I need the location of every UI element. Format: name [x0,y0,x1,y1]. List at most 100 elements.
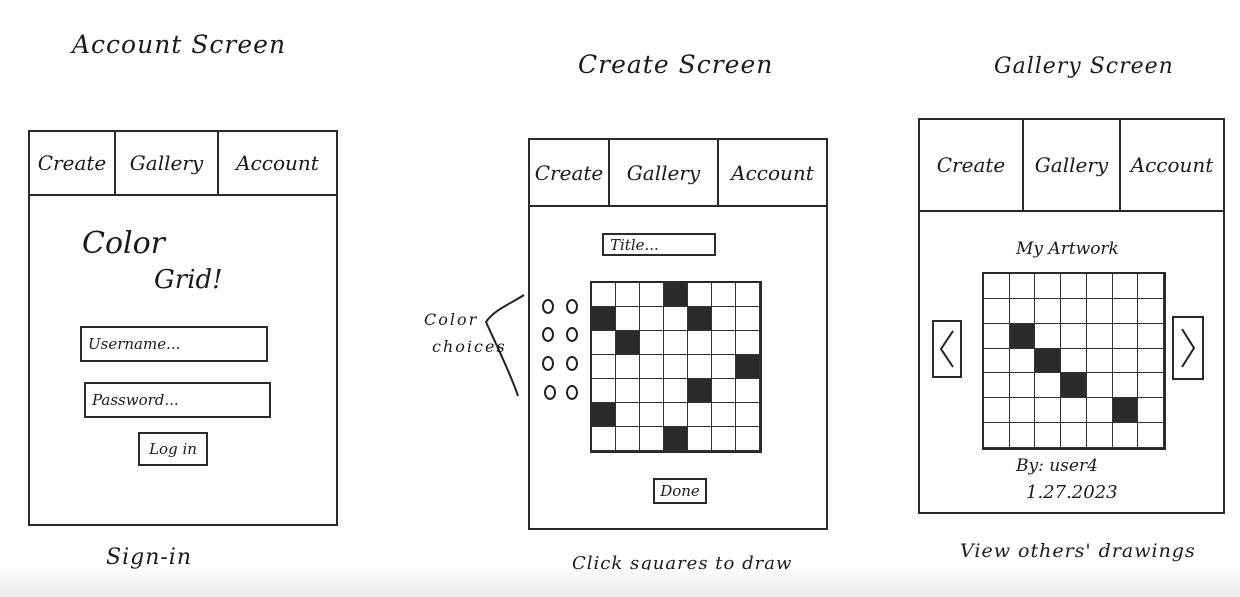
account-screen-caption: Sign-in [106,545,192,570]
grid-cell[interactable] [736,427,760,451]
account-nav-bar: Create Gallery Account [30,132,336,196]
grid-cell[interactable] [592,307,616,331]
color-choice[interactable] [566,385,578,400]
password-field[interactable]: Password... [84,382,271,418]
grid-cell[interactable] [616,307,640,331]
login-button[interactable]: Log in [138,432,208,466]
grid-cell[interactable] [712,427,736,451]
grid-cell [1035,398,1062,424]
grid-cell [984,298,1010,324]
grid-cell[interactable] [712,331,736,355]
tab-gallery[interactable]: Gallery [116,132,219,194]
grid-cell[interactable] [640,331,664,355]
grid-cell [1009,274,1036,299]
grid-cell[interactable] [592,379,616,403]
grid-cell[interactable] [592,427,616,451]
account-screen-frame: Create Gallery Account Color Grid! Usern… [28,130,338,526]
grid-cell[interactable] [688,355,712,379]
tab-account[interactable]: Account [219,132,336,194]
grid-cell[interactable] [664,379,688,403]
grid-cell[interactable] [736,379,760,403]
color-choice[interactable] [542,299,554,314]
grid-cell[interactable] [688,307,712,331]
color-choice[interactable] [542,356,554,371]
grid-cell[interactable] [640,283,664,307]
color-choice[interactable] [566,299,578,314]
grid-cell[interactable] [592,283,616,307]
done-button[interactable]: Done [653,478,707,504]
grid-cell[interactable] [712,355,736,379]
grid-cell[interactable] [736,355,760,379]
grid-cell [1035,274,1062,299]
grid-cell[interactable] [712,379,736,403]
grid-cell[interactable] [688,331,712,355]
grid-cell[interactable] [640,379,664,403]
grid-cell [1061,298,1087,324]
create-nav-bar: Create Gallery Account [530,140,826,207]
grid-cell[interactable] [592,355,616,379]
tab-create[interactable]: Create [920,120,1024,210]
grid-cell[interactable] [736,331,760,355]
grid-cell [1112,323,1139,349]
grid-cell [1138,398,1164,424]
grid-cell[interactable] [640,307,664,331]
color-choice[interactable] [566,356,578,371]
create-screen-heading: Create Screen [578,50,774,79]
tab-account[interactable]: Account [1121,120,1223,210]
grid-cell [1009,398,1036,424]
grid-cell[interactable] [688,403,712,427]
bottom-edge [0,570,1240,597]
grid-cell [1112,373,1139,399]
color-choice[interactable] [566,327,578,342]
drawing-grid[interactable] [590,281,762,453]
grid-cell[interactable] [616,355,640,379]
grid-cell[interactable] [664,355,688,379]
grid-cell[interactable] [640,355,664,379]
grid-cell[interactable] [712,283,736,307]
gallery-screen-heading: Gallery Screen [994,54,1174,79]
grid-cell [1086,423,1113,448]
grid-cell[interactable] [592,403,616,427]
tab-gallery[interactable]: Gallery [1024,120,1121,210]
grid-cell[interactable] [688,379,712,403]
grid-cell[interactable] [736,307,760,331]
grid-cell[interactable] [664,283,688,307]
grid-cell[interactable] [664,403,688,427]
grid-cell[interactable] [664,427,688,451]
grid-cell[interactable] [616,283,640,307]
tab-account[interactable]: Account [719,140,826,205]
grid-cell [1009,323,1036,349]
grid-cell[interactable] [640,403,664,427]
grid-cell[interactable] [688,427,712,451]
grid-cell[interactable] [616,379,640,403]
grid-cell [1086,348,1113,374]
color-choice[interactable] [542,327,554,342]
tab-create[interactable]: Create [530,140,610,205]
grid-cell[interactable] [664,331,688,355]
grid-cell[interactable] [592,331,616,355]
gallery-screen-frame: Create Gallery Account My Artwork By: us… [918,118,1225,514]
grid-cell [984,323,1010,349]
grid-cell[interactable] [712,403,736,427]
grid-cell [1061,323,1087,349]
grid-cell[interactable] [664,307,688,331]
next-button[interactable] [1172,316,1204,380]
previous-button[interactable] [932,320,962,378]
tab-create[interactable]: Create [30,132,116,194]
grid-cell[interactable] [688,283,712,307]
grid-cell[interactable] [640,427,664,451]
title-field[interactable]: Title... [602,233,716,256]
grid-cell[interactable] [616,331,640,355]
color-choice[interactable] [544,385,556,400]
grid-cell [1086,373,1113,399]
grid-cell[interactable] [712,307,736,331]
grid-cell[interactable] [736,283,760,307]
grid-cell [1086,298,1113,324]
grid-cell[interactable] [616,427,640,451]
artwork-date: 1.27.2023 [1026,482,1118,503]
grid-cell[interactable] [616,403,640,427]
grid-cell[interactable] [736,403,760,427]
username-field[interactable]: Username... [80,326,268,362]
tab-gallery[interactable]: Gallery [610,140,719,205]
grid-cell [1035,373,1062,399]
